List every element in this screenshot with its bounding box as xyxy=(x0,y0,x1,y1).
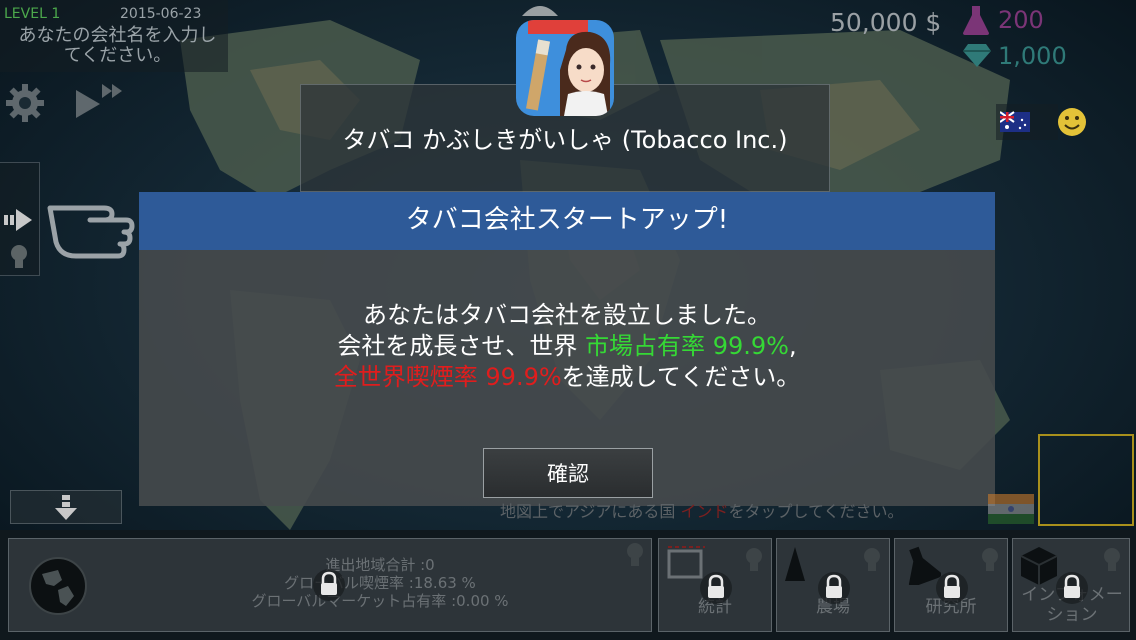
hint-suffix: をタップしてください。 xyxy=(728,502,904,521)
smoking-rate-goal: 全世界喫煙率 99.9% xyxy=(333,363,562,391)
collapse-button[interactable] xyxy=(10,490,122,524)
startup-dialog: タバコ会社スタートアップ! あなたはタバコ会社を設立しました。 会社を成長させ、… xyxy=(139,192,995,506)
company-name-field[interactable]: あなたの会社名を入力してください。 xyxy=(10,26,225,66)
lightbulb-icon xyxy=(982,548,998,571)
lightbulb-icon xyxy=(864,548,880,571)
message-line-3: 全世界喫煙率 99.9%を達成してください。 xyxy=(139,362,995,393)
dialog-title: タバコ会社スタートアップ! xyxy=(139,192,995,250)
dialog-message: あなたはタバコ会社を設立しました。 会社を成長させ、世界 市場占有率 99.9%… xyxy=(139,300,995,393)
lightbulb-icon xyxy=(746,548,762,571)
arrow-down-icon xyxy=(55,495,77,520)
dome-icon xyxy=(522,6,558,16)
stat-regions: 進出地域合計 :0 xyxy=(325,556,435,574)
research-points: 200 xyxy=(998,6,1044,34)
gem-counter: 1,000 xyxy=(998,42,1067,70)
global-stats: 進出地域合計 :0 グローバル喫煙率 :18.63 % グローバルマーケット占有… xyxy=(200,556,560,610)
cube-icon xyxy=(1020,547,1058,585)
side-panel xyxy=(0,162,40,276)
lightbulb-icon xyxy=(11,245,27,268)
lightbulb-icon xyxy=(627,543,643,566)
tab-farm[interactable]: 農場 xyxy=(776,538,890,632)
arrow-right-icon[interactable] xyxy=(4,209,34,231)
message-line-2: 会社を成長させ、世界 市場占有率 99.9%, xyxy=(139,331,995,362)
tab-lab[interactable]: 研究所 xyxy=(894,538,1008,632)
message-line-3-suffix: を達成してください。 xyxy=(561,363,801,391)
app-title: タバコ かぶしきがいしゃ (Tobacco Inc.) xyxy=(342,126,788,154)
lock-icon xyxy=(1056,572,1088,604)
message-line-2-suffix: , xyxy=(788,332,797,360)
stat-smoking-rate: グローバル喫煙率 :18.63 % xyxy=(284,574,476,592)
money-counter: 50,000 $ xyxy=(830,8,942,37)
lock-icon xyxy=(700,572,732,604)
lock-icon xyxy=(313,569,345,601)
pointing-hand-icon xyxy=(47,205,135,259)
lock-icon xyxy=(818,572,850,604)
globe-icon[interactable] xyxy=(28,556,88,616)
message-line-2-prefix: 会社を成長させ、世界 xyxy=(337,332,586,360)
diamond-icon xyxy=(963,44,991,67)
level-label: LEVEL 1 xyxy=(4,6,61,22)
date-label: 2015-06-23 xyxy=(120,6,202,22)
tutorial-hint: 地図上でアジアにある国 インドをタップしてください。 xyxy=(500,498,904,522)
stat-market-share: グローバルマーケット占有率 :0.00 % xyxy=(251,592,509,610)
tab-information[interactable]: インフォメーション xyxy=(1012,538,1130,632)
confirm-button[interactable]: 確認 xyxy=(483,448,653,498)
company-info-panel[interactable]: LEVEL 1 2015-06-23 あなたの会社名を入力してください。 xyxy=(0,0,228,72)
hint-country: インド xyxy=(680,502,729,521)
minimap-focus-box[interactable] xyxy=(1038,434,1134,526)
india-flag-icon[interactable] xyxy=(988,494,1034,524)
fast-forward-icon[interactable] xyxy=(74,82,128,124)
gear-icon[interactable] xyxy=(4,82,46,124)
flask-icon xyxy=(963,6,989,35)
app-icon xyxy=(516,20,614,116)
message-line-1: あなたはタバコ会社を設立しました。 xyxy=(363,301,771,329)
tab-statistics[interactable]: 統計 xyxy=(658,538,772,632)
lightbulb-icon xyxy=(1104,548,1120,571)
hint-prefix: 地図上でアジアにある国 xyxy=(500,502,681,521)
market-share-goal: 市場占有率 99.9% xyxy=(585,332,789,360)
lock-icon xyxy=(936,572,968,604)
